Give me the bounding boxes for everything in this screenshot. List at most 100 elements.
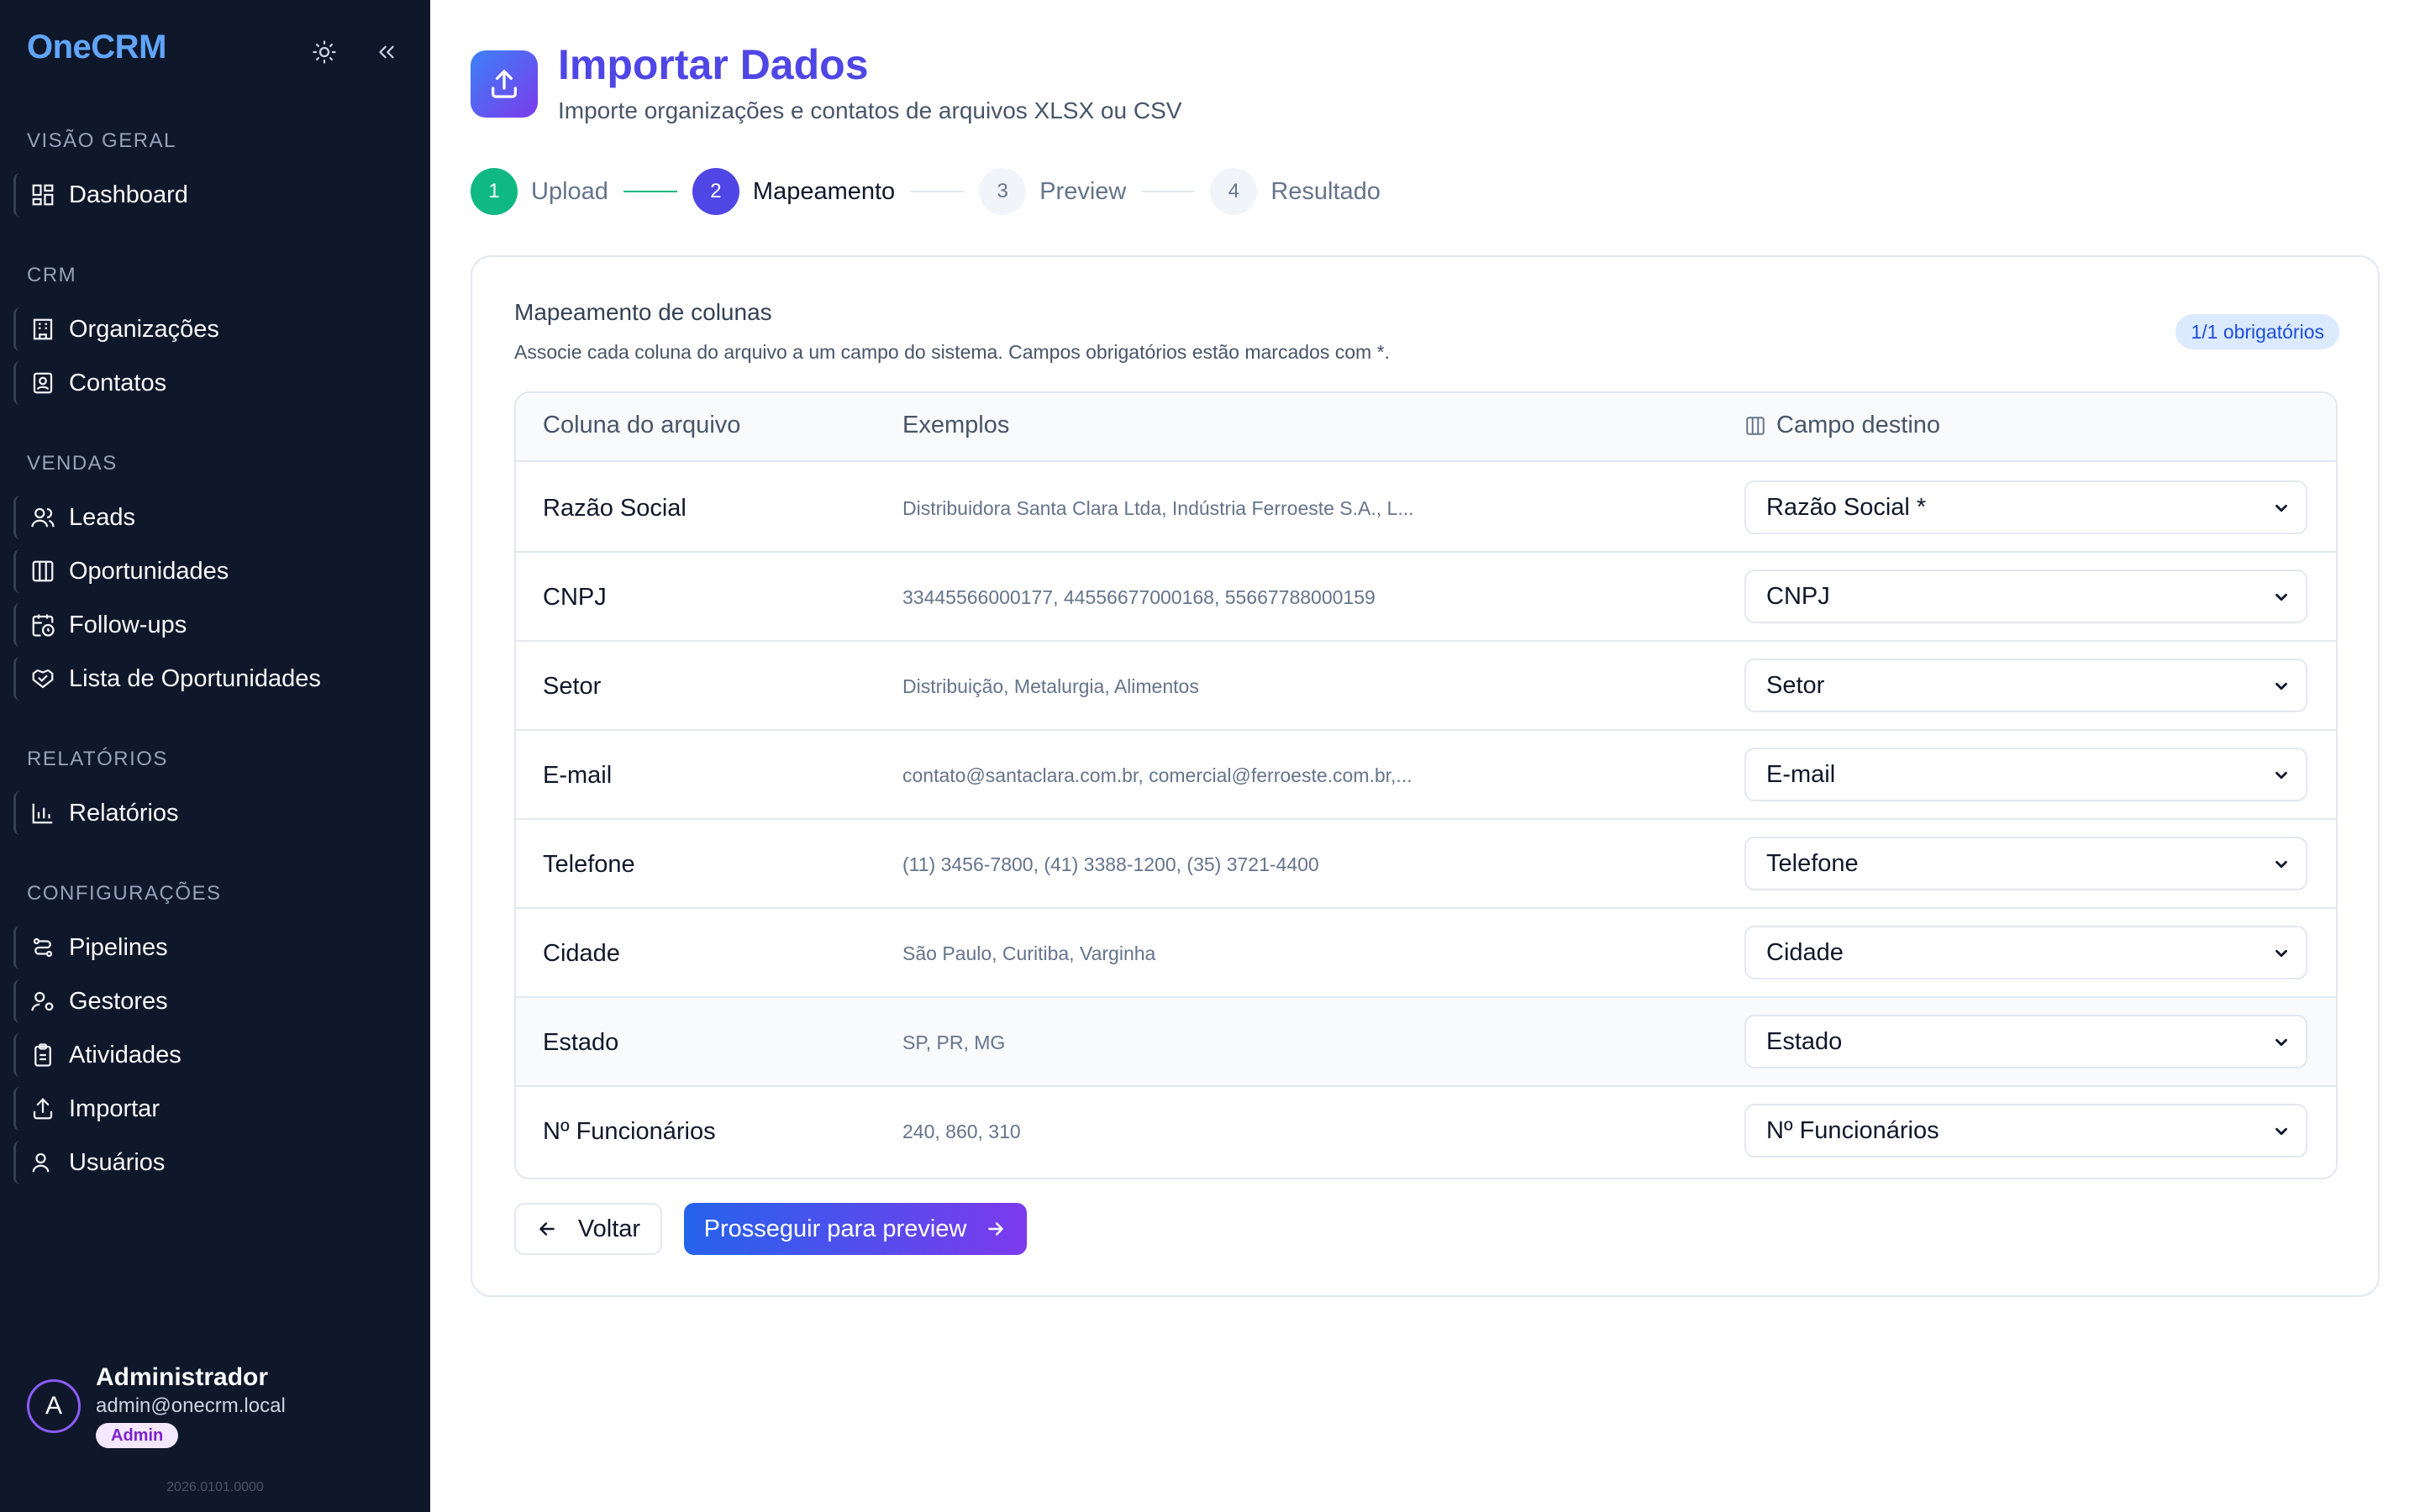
step-resultado[interactable]: 4 Resultado [1210, 168, 1381, 215]
table-row: Nº Funcionários 240, 860, 310 Nº Funcion… [516, 1087, 2336, 1176]
sidebar-item-atividades[interactable]: Atividades [13, 1028, 417, 1082]
sidebar-item-contatos[interactable]: Contatos [13, 356, 417, 410]
mapping-card: Mapeamento de colunas Associe cada colun… [471, 255, 2380, 1297]
step-preview[interactable]: 3 Preview [979, 168, 1126, 215]
sidebar-item-label: Contatos [69, 369, 167, 396]
file-column-name: Razão Social [543, 495, 687, 522]
example-values: Distribuição, Metalurgia, Alimentos [902, 675, 1199, 697]
sidebar-item-usuarios[interactable]: Usuários [13, 1136, 417, 1189]
table-row: Setor Distribuição, Metalurgia, Alimento… [516, 642, 2336, 731]
proceed-to-preview-button[interactable]: Prosseguir para preview [684, 1203, 1027, 1255]
step-connector [1141, 191, 1196, 192]
back-button-label: Voltar [577, 1215, 641, 1242]
clipboard-icon [34, 1043, 51, 1067]
selected-value: Setor [1766, 671, 1825, 699]
column-header-destination-label: Campo destino [1776, 412, 1941, 438]
sidebar-item-label: Atividades [69, 1041, 182, 1068]
selected-value: Nº Funcionários [1766, 1116, 1939, 1144]
destination-field-select[interactable]: Setor [1744, 659, 2307, 712]
required-count-badge: 1/1 obrigatórios [2175, 314, 2339, 349]
example-values: contato@santaclara.com.br, comercial@fer… [902, 764, 1413, 786]
chevron-down-icon [2275, 1127, 2287, 1136]
nav-section-vendas: VENDAS Leads Oportunidades Follow-ups Li… [0, 447, 430, 706]
theme-toggle-button[interactable] [306, 34, 343, 71]
chevron-down-icon [2275, 860, 2287, 869]
selected-value: E-mail [1766, 760, 1836, 788]
handshake-icon [32, 669, 54, 689]
table-row: Razão Social Distribuidora Santa Clara L… [516, 464, 2336, 553]
user-name: Administrador [96, 1363, 269, 1391]
sidebar-item-lista-oportunidades[interactable]: Lista de Oportunidades [13, 652, 417, 706]
sidebar-item-gestores[interactable]: Gestores [13, 974, 417, 1028]
columns-icon [32, 560, 54, 582]
destination-field-select[interactable]: Cidade [1744, 926, 2307, 979]
step-label: Resultado [1270, 177, 1381, 205]
user-info: Administrador admin@onecrm.local Admin [96, 1362, 286, 1448]
app-version: 2026.0101.0000 [166, 1480, 264, 1494]
page-subtitle: Importe organizações e contatos de arqui… [558, 97, 1182, 123]
brand-logo[interactable]: OneCRM [27, 29, 166, 66]
destination-field-select[interactable]: E-mail [1744, 748, 2307, 801]
back-button[interactable]: Voltar [514, 1203, 662, 1255]
sidebar-item-label: Follow-ups [69, 611, 187, 638]
step-mapeamento[interactable]: 2 Mapeamento [692, 168, 895, 215]
nav-section-title: VISÃO GERAL [27, 129, 176, 152]
table-header: Coluna do arquivo Exemplos Campo destino [516, 393, 2336, 462]
step-label: Mapeamento [752, 177, 896, 205]
sidebar-item-importar[interactable]: Importar [13, 1082, 417, 1136]
file-column-name: Setor [543, 673, 602, 700]
destination-field-select[interactable]: Telefone [1744, 837, 2307, 890]
nav-section-title: RELATÓRIOS [27, 748, 168, 770]
file-column-name: CNPJ [543, 584, 607, 611]
step-number: 1 [471, 168, 518, 215]
table-row: Estado SP, PR, MG Estado [516, 998, 2336, 1087]
destination-field-select[interactable]: CNPJ [1744, 570, 2307, 623]
file-column-name: E-mail [543, 762, 613, 789]
page-title: Importar Dados [558, 41, 869, 88]
user-profile[interactable]: A Administrador admin@onecrm.local Admin [27, 1362, 286, 1448]
nav-section-title: CONFIGURAÇÕES [27, 882, 222, 905]
selected-value: Cidade [1766, 938, 1844, 966]
destination-field-select[interactable]: Estado [1744, 1015, 2307, 1068]
sidebar-item-pipelines[interactable]: Pipelines [13, 921, 417, 974]
table-row: CNPJ 33445566000177, 44556677000168, 556… [516, 553, 2336, 642]
destination-field-select[interactable]: Nº Funcionários [1744, 1104, 2307, 1158]
sidebar-item-oportunidades[interactable]: Oportunidades [13, 544, 417, 598]
contact-icon [33, 372, 53, 394]
example-values: São Paulo, Curitiba, Varginha [902, 942, 1156, 964]
nav-section-crm: CRM Organizações Contatos [0, 259, 430, 410]
collapse-sidebar-button[interactable] [368, 34, 405, 71]
sidebar-item-label: Oportunidades [69, 557, 229, 585]
users-icon [31, 507, 55, 528]
nav-section-configuracoes: CONFIGURAÇÕES Pipelines Gestores Ativida… [0, 877, 430, 1189]
step-upload[interactable]: 1 Upload [471, 168, 608, 215]
selected-value: Telefone [1766, 849, 1859, 877]
chevrons-left-icon [379, 45, 394, 59]
column-header-file: Coluna do arquivo [543, 412, 741, 438]
nav-section-title: CRM [27, 264, 77, 286]
chevron-down-icon [2275, 504, 2287, 512]
selected-value: CNPJ [1766, 582, 1830, 610]
sidebar-item-label: Relatórios [69, 799, 179, 827]
sidebar-item-leads[interactable]: Leads [13, 491, 417, 544]
upload-icon [33, 1098, 53, 1120]
sidebar-item-follow-ups[interactable]: Follow-ups [13, 598, 417, 652]
import-stepper: 1 Upload 2 Mapeamento 3 Preview 4 Result… [471, 168, 1381, 215]
arrow-left-icon [539, 1222, 555, 1236]
step-label: Upload [531, 177, 608, 205]
sidebar-item-label: Usuários [69, 1148, 166, 1176]
destination-field-select[interactable]: Razão Social * [1744, 480, 2307, 534]
column-header-examples: Exemplos [902, 412, 1010, 438]
step-label: Preview [1039, 177, 1127, 205]
sidebar-item-relatorios[interactable]: Relatórios [13, 786, 417, 840]
sidebar-item-label: Pipelines [69, 933, 168, 961]
user-cog-icon [31, 991, 54, 1011]
sidebar-item-dashboard[interactable]: Dashboard [13, 168, 417, 222]
sidebar-item-label: Organizações [69, 315, 219, 343]
chevron-down-icon [2275, 682, 2287, 690]
sidebar-item-organizacoes[interactable]: Organizações [13, 302, 417, 356]
example-values: (11) 3456-7800, (41) 3388-1200, (35) 372… [902, 853, 1319, 875]
nav-section-relatorios: RELATÓRIOS Relatórios [0, 743, 430, 840]
step-connector [623, 191, 677, 192]
table-row: E-mail contato@santaclara.com.br, comerc… [516, 731, 2336, 820]
